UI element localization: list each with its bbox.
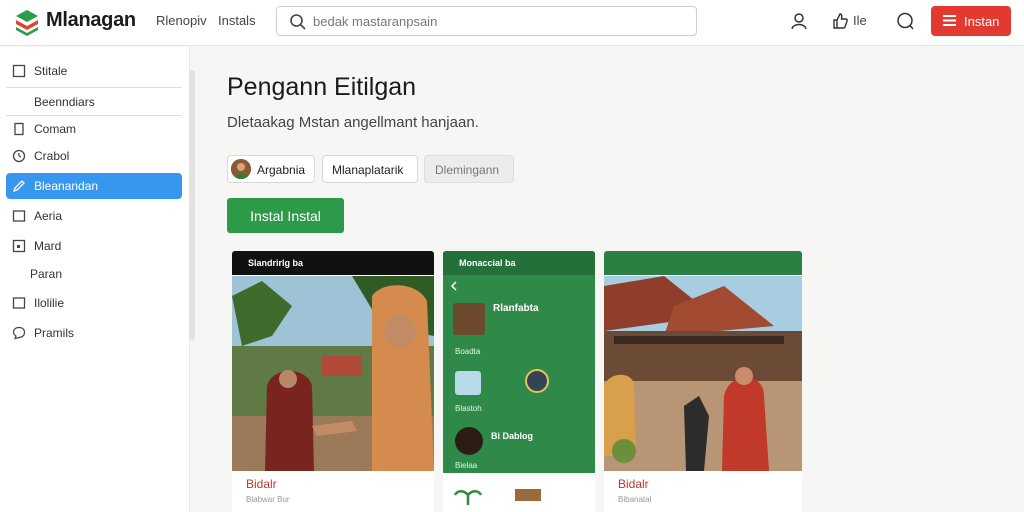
- install-button-label: Instan: [964, 14, 1000, 29]
- chip-argabnia[interactable]: Argabnia: [227, 155, 315, 183]
- page-title: Pengann Eitilgan: [227, 73, 417, 101]
- sidebar-item-label: Beenndiars: [34, 95, 95, 109]
- sidebar: Stitale Beenndiars Comam Crabol Bleanand…: [0, 47, 190, 512]
- status-text: Monaccial ba: [459, 258, 516, 268]
- list-item-label: Boadta: [455, 347, 481, 356]
- app-logo-icon[interactable]: [14, 8, 40, 36]
- sidebar-item-ilolilie[interactable]: Ilolilie: [6, 290, 182, 316]
- pen-icon: [12, 180, 25, 193]
- status-text: Slandrirlg ba: [248, 258, 304, 268]
- page-subtitle: Dletaakag Mstan angellmant hanjaan.: [227, 114, 479, 131]
- app-screenshot-3[interactable]: Bidalr Bibanatal: [604, 251, 802, 512]
- sidebar-item-pramils[interactable]: Pramils: [6, 320, 182, 346]
- bottom-panel: [443, 473, 595, 512]
- chip-label: Mlanaplatarik: [332, 163, 404, 177]
- menu-icon: [943, 15, 956, 26]
- sidebar-item-label: Stitale: [34, 64, 68, 78]
- chip-dlemingann[interactable]: Dlemingann: [424, 155, 514, 183]
- sidebar-item-crabol[interactable]: Crabol: [6, 143, 182, 169]
- chip-mlanaplatarik[interactable]: Mlanaplatarik: [322, 155, 418, 183]
- sidebar-item-label: Ilolilie: [34, 296, 65, 310]
- sidebar-item-label: Aeria: [34, 209, 63, 223]
- top-bar: Mlanagan Rlenopiv Instals Ile Instan: [0, 0, 1024, 46]
- chip-label: Dlemingann: [435, 163, 500, 177]
- sidebar-item-label: Bleanandan: [34, 179, 99, 193]
- back-icon[interactable]: [449, 281, 459, 291]
- app-screenshot-1[interactable]: Slandrirlg ba Bidalr Blabwar Bur: [232, 251, 434, 512]
- sidebar-item-label: Crabol: [34, 149, 70, 163]
- app-screenshot-2[interactable]: Monaccial ba Rlanfabta Boadta Blastoh Bi…: [443, 251, 595, 512]
- square-icon: [12, 64, 26, 78]
- search-input[interactable]: [313, 11, 683, 31]
- like-icon[interactable]: [830, 11, 850, 31]
- thumbnail: [515, 489, 541, 501]
- sidebar-item-label: Mard: [34, 239, 62, 253]
- card-title: Bidalr: [246, 477, 277, 491]
- chat-icon[interactable]: [895, 11, 915, 31]
- square-icon: [12, 297, 26, 309]
- chip-label: Argabnia: [257, 163, 306, 177]
- sidebar-item-bleanandan[interactable]: Bleanandan: [6, 173, 182, 199]
- sidebar-item-beenndiars[interactable]: Beenndiars: [6, 89, 182, 115]
- card-subtitle: Blabwar Bur: [246, 495, 290, 504]
- avatar: [231, 159, 251, 179]
- sidebar-item-mard[interactable]: Mard: [6, 233, 182, 259]
- brand-name[interactable]: Mlanagan: [46, 9, 136, 32]
- profile-photo: [453, 303, 485, 335]
- profile-name: Rlanfabta: [493, 303, 539, 314]
- clock-icon: [12, 149, 26, 163]
- topbar-label: Ile: [853, 13, 867, 28]
- bookmark-icon: [14, 122, 24, 136]
- search-icon: [290, 14, 306, 30]
- list-item-label: Blastoh: [455, 404, 482, 413]
- sidebar-item-stitale[interactable]: Stitale: [6, 58, 182, 84]
- sidebar-item-label: Paran: [30, 267, 63, 281]
- sidebar-item-comam[interactable]: Comam: [6, 116, 182, 142]
- chat-icon: [12, 326, 26, 340]
- install-button-top[interactable]: Instan: [931, 6, 1011, 36]
- sidebar-item-label: Pramils: [34, 326, 75, 340]
- user-icon[interactable]: [789, 11, 809, 31]
- square-icon: [12, 239, 26, 253]
- status-bar: Slandrirlg ba: [232, 251, 434, 275]
- sidebar-divider: [6, 87, 182, 88]
- list-item-label: Bielaa: [455, 461, 478, 470]
- status-bar: [604, 251, 802, 275]
- sidebar-item-paran[interactable]: Paran: [6, 261, 182, 287]
- screenshot-photo: [232, 276, 434, 471]
- status-bar: Monaccial ba: [443, 251, 595, 275]
- cube-icon: [455, 371, 481, 395]
- sidebar-scrollbar[interactable]: [189, 70, 195, 340]
- sidebar-item-label: Comam: [34, 122, 77, 136]
- nav-link-rlenopiv[interactable]: Rlenopiv: [156, 13, 207, 28]
- square-icon: [12, 210, 26, 222]
- avatar: [525, 369, 549, 393]
- install-button[interactable]: Instal Instal: [227, 198, 344, 233]
- card-subtitle: Bibanatal: [618, 495, 652, 504]
- list-item-title: Bi Dablog: [491, 431, 533, 441]
- screenshot-photo: [604, 276, 802, 471]
- search-bar: [276, 6, 697, 36]
- avatar: [455, 427, 483, 455]
- plant-icon: [453, 490, 483, 505]
- card-title: Bidalr: [618, 477, 649, 491]
- nav-link-instals[interactable]: Instals: [218, 13, 256, 28]
- sidebar-item-aeria[interactable]: Aeria: [6, 203, 182, 229]
